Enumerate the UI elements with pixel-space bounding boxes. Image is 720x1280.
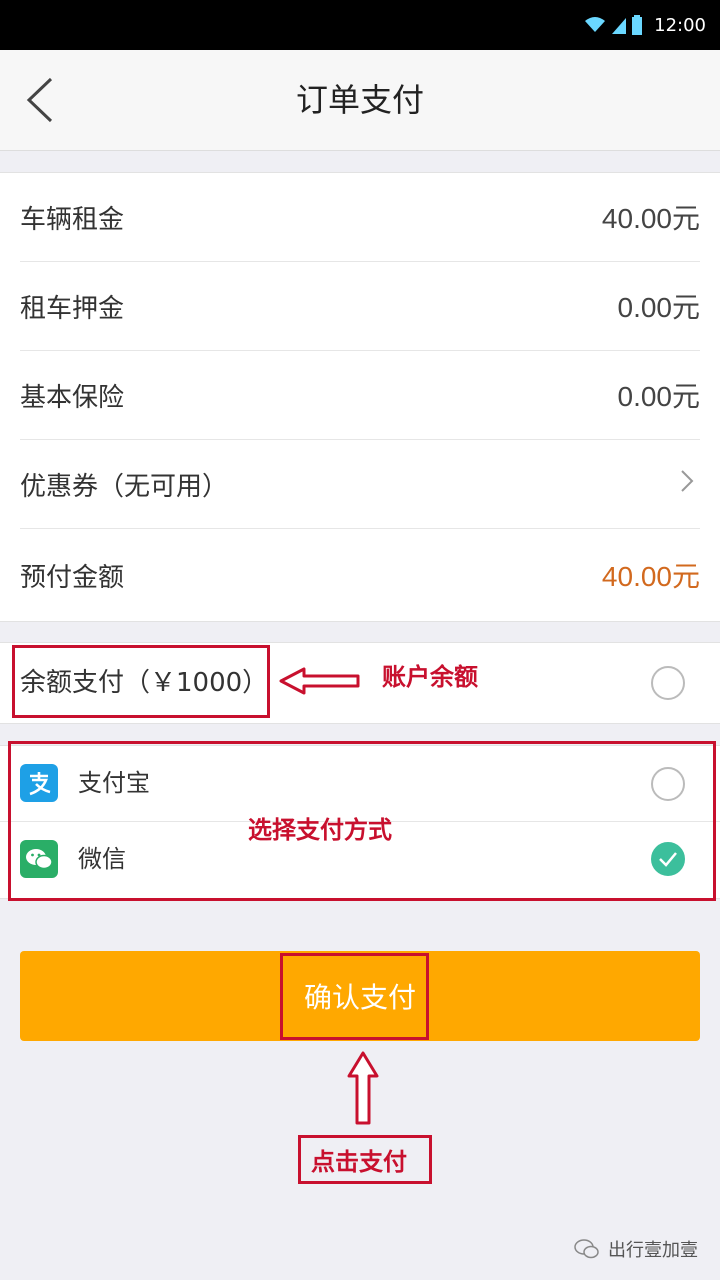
status-time: 12:00 (654, 14, 706, 36)
fee-value: 40.00元 (601, 203, 700, 234)
method-annotation: 选择支付方式 (248, 816, 392, 844)
watermark: 出行壹加壹 (574, 1234, 698, 1264)
prepay-amount: 40.00元 (601, 561, 700, 592)
fee-label: 车辆租金 (20, 204, 125, 235)
coupon-row[interactable]: 优惠券（无可用） (20, 440, 700, 529)
fee-row-prepay: 预付金额 40.00元 (20, 531, 700, 619)
wechat-logo-icon (574, 1239, 599, 1259)
status-bar: 12:00 (0, 0, 720, 50)
watermark-text: 出行壹加壹 (608, 1240, 698, 1261)
confirm-highlight-box (280, 953, 429, 1040)
fee-list: 车辆租金 40.00元 租车押金 0.00元 基本保险 0.00元 优惠券（无可… (0, 172, 720, 622)
left-arrow-icon (279, 667, 360, 695)
coupon-label: 优惠券（无可用） (20, 471, 229, 502)
tap-annotation: 点击支付 (311, 1148, 407, 1176)
fee-row-rental: 车辆租金 40.00元 (20, 173, 700, 262)
balance-annotation: 账户余额 (382, 663, 478, 691)
balance-highlight-box (12, 645, 270, 718)
fee-value: 0.00元 (617, 381, 701, 412)
fee-row-deposit: 租车押金 0.00元 (20, 262, 700, 351)
fee-row-insurance: 基本保险 0.00元 (20, 351, 700, 440)
fee-label: 基本保险 (20, 382, 125, 413)
fee-label: 预付金额 (20, 562, 125, 593)
chevron-right-icon (680, 469, 700, 500)
page-title: 订单支付 (295, 81, 424, 119)
fee-label: 租车押金 (20, 293, 125, 324)
status-icons: 12:00 (584, 0, 706, 50)
battery-icon (632, 15, 643, 35)
signal-icon (612, 18, 627, 34)
up-arrow-icon (347, 1051, 379, 1125)
navigation-bar: 订单支付 (0, 50, 720, 151)
wifi-icon (585, 17, 606, 32)
balance-radio[interactable] (651, 666, 685, 700)
fee-value: 0.00元 (617, 292, 701, 323)
